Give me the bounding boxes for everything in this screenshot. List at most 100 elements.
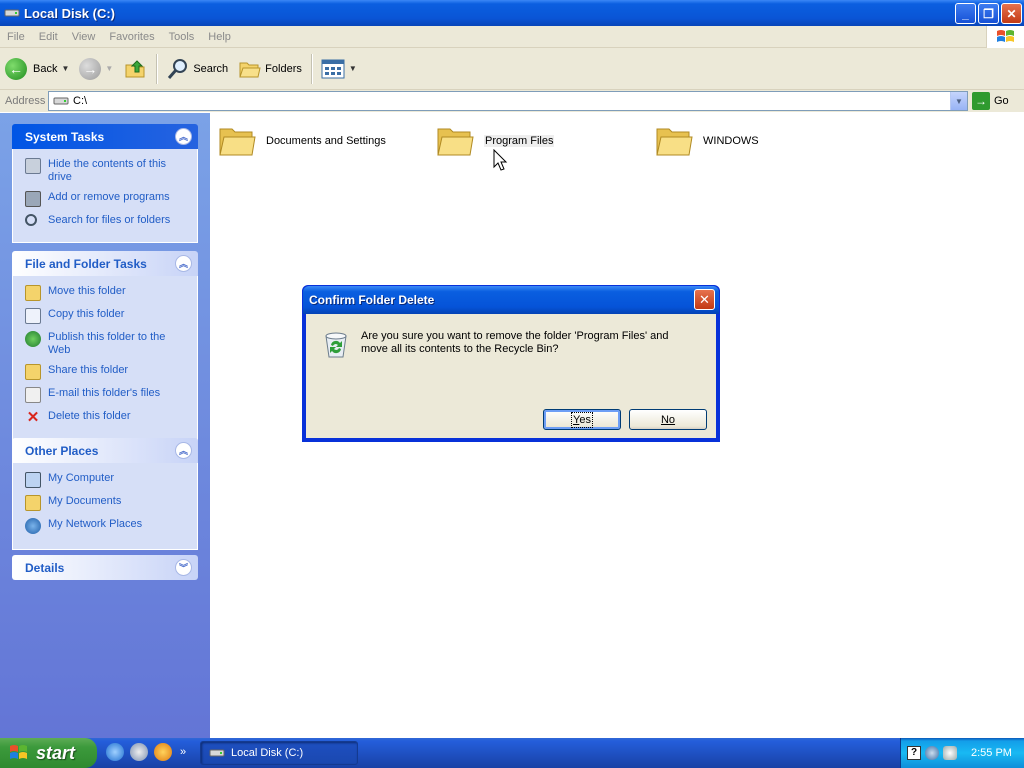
place-my-documents[interactable]: My Documents xyxy=(25,495,189,511)
no-button[interactable]: No xyxy=(629,409,707,430)
help-icon[interactable]: ? xyxy=(907,746,921,760)
folders-icon xyxy=(239,62,261,77)
menu-help[interactable]: Help xyxy=(201,31,238,43)
drive-icon xyxy=(4,9,20,17)
task-add-remove-programs[interactable]: Add or remove programs xyxy=(25,191,189,207)
minimize-button[interactable]: _ xyxy=(955,3,976,24)
task-publish-web[interactable]: Publish this folder to the Web xyxy=(25,331,189,357)
task-label: Add or remove programs xyxy=(48,191,170,203)
up-folder-icon xyxy=(125,59,145,77)
task-delete-folder[interactable]: ✕ Delete this folder xyxy=(25,410,189,426)
place-my-computer[interactable]: My Computer xyxy=(25,472,189,488)
task-search-files[interactable]: Search for files or folders xyxy=(25,214,189,227)
views-dropdown-icon[interactable]: ▼ xyxy=(349,64,357,73)
address-input[interactable]: C:\ ▼ xyxy=(48,91,968,111)
dialog-title-bar[interactable]: Confirm Folder Delete xyxy=(303,286,719,314)
dialog-title: Confirm Folder Delete xyxy=(309,293,435,307)
task-pane: System Tasks ︽ Hide the contents of this… xyxy=(0,113,210,738)
address-dropdown-icon[interactable]: ▼ xyxy=(950,92,967,110)
file-folder-tasks-panel: File and Folder Tasks ︽ Move this folder… xyxy=(12,251,198,442)
forward-button[interactable]: → ▼ xyxy=(74,52,118,86)
panel-title: File and Folder Tasks xyxy=(25,256,147,271)
details-panel: Details ︾ xyxy=(12,555,198,580)
menu-tools[interactable]: Tools xyxy=(162,31,202,43)
yes-button[interactable]: Yes xyxy=(543,409,621,430)
start-button[interactable]: start xyxy=(0,738,97,768)
menu-file[interactable]: File xyxy=(0,31,32,43)
close-button[interactable]: ✕ xyxy=(1001,3,1022,24)
address-label: Address xyxy=(5,95,46,107)
restore-button[interactable]: ❐ xyxy=(978,3,999,24)
tray-arrow-icon[interactable] xyxy=(925,746,939,760)
address-value: C:\ xyxy=(73,95,88,107)
task-copy-folder[interactable]: Copy this folder xyxy=(25,308,189,324)
forward-arrow-icon: → xyxy=(79,57,102,80)
recycle-bin-icon xyxy=(325,332,347,358)
internet-explorer-icon[interactable] xyxy=(106,743,124,761)
place-my-network-places[interactable]: My Network Places xyxy=(25,518,189,534)
quick-launch: » xyxy=(106,743,186,761)
place-label: My Documents xyxy=(48,495,122,507)
search-icon xyxy=(168,58,188,79)
folder-icon xyxy=(437,128,474,156)
menu-bar: File Edit View Favorites Tools Help xyxy=(0,26,1024,48)
panel-title: System Tasks xyxy=(25,129,105,144)
task-label: Move this folder xyxy=(48,285,126,297)
back-arrow-icon: ← xyxy=(5,57,27,80)
menu-view[interactable]: View xyxy=(65,31,103,43)
task-label: Delete this folder xyxy=(48,410,131,422)
menu-favorites[interactable]: Favorites xyxy=(102,31,161,43)
dialog-close-button[interactable]: ✕ xyxy=(694,289,715,310)
task-email-files[interactable]: E-mail this folder's files xyxy=(25,387,189,403)
show-desktop-icon[interactable] xyxy=(130,743,148,761)
other-places-panel: Other Places ︽ My Computer My Documents … xyxy=(12,438,198,550)
quick-launch-more-icon[interactable]: » xyxy=(180,746,186,758)
back-dropdown-icon[interactable]: ▼ xyxy=(61,64,69,73)
taskbar-item-local-disk[interactable]: Local Disk (C:) xyxy=(200,741,358,765)
views-icon xyxy=(321,59,345,78)
delete-x-icon: ✕ xyxy=(26,409,40,426)
search-button[interactable]: Search xyxy=(161,52,233,86)
my-documents-icon xyxy=(25,495,41,511)
task-hide-contents[interactable]: Hide the contents of this drive xyxy=(25,158,189,184)
task-move-folder[interactable]: Move this folder xyxy=(25,285,189,301)
network-icon[interactable] xyxy=(943,746,957,760)
dialog-body: Are you sure you want to remove the fold… xyxy=(306,314,716,438)
collapse-chevron-icon[interactable]: ︽ xyxy=(175,128,192,145)
expand-chevron-icon[interactable]: ︾ xyxy=(175,559,192,576)
toolbar: ← Back ▼ → ▼ Search Folders ▼ xyxy=(0,48,1024,90)
hide-contents-icon xyxy=(25,158,41,174)
folder-label: WINDOWS xyxy=(703,135,759,147)
media-player-icon[interactable] xyxy=(154,743,172,761)
folders-button[interactable]: Folders xyxy=(233,52,307,86)
up-folder-button[interactable] xyxy=(118,52,152,86)
collapse-chevron-icon[interactable]: ︽ xyxy=(175,442,192,459)
task-label: Search for files or folders xyxy=(48,214,171,226)
windows-flag-icon xyxy=(10,745,27,759)
publish-web-icon xyxy=(25,331,41,347)
back-button[interactable]: ← Back ▼ xyxy=(0,52,74,86)
forward-dropdown-icon[interactable]: ▼ xyxy=(105,64,113,73)
menu-edit[interactable]: Edit xyxy=(32,31,65,43)
move-folder-icon xyxy=(25,285,41,301)
no-label: No xyxy=(660,413,676,426)
window-title-bar[interactable]: Local Disk (C:) _ ❐ ✕ xyxy=(0,0,1024,26)
other-places-header[interactable]: Other Places ︽ xyxy=(12,438,198,463)
taskbar: start » Local Disk (C:) ? 2:55 PM xyxy=(0,738,1024,768)
task-share-folder[interactable]: Share this folder xyxy=(25,364,189,380)
collapse-chevron-icon[interactable]: ︽ xyxy=(175,255,192,272)
folder-item[interactable]: Documents and Settings xyxy=(218,123,386,159)
views-button[interactable]: ▼ xyxy=(316,52,362,86)
system-tray: ? 2:55 PM xyxy=(900,738,1024,768)
address-bar: Address C:\ ▼ → Go xyxy=(0,90,1024,112)
details-header[interactable]: Details ︾ xyxy=(12,555,198,580)
dialog-message: Are you sure you want to remove the fold… xyxy=(361,330,669,355)
back-label: Back xyxy=(33,62,58,75)
place-label: My Computer xyxy=(48,472,115,484)
go-button[interactable]: → Go xyxy=(972,92,1009,110)
system-tasks-header[interactable]: System Tasks ︽ xyxy=(12,124,198,149)
drive-icon xyxy=(53,97,69,105)
folder-item[interactable]: WINDOWS xyxy=(655,123,759,159)
email-icon xyxy=(25,387,41,403)
file-folder-tasks-header[interactable]: File and Folder Tasks ︽ xyxy=(12,251,198,276)
